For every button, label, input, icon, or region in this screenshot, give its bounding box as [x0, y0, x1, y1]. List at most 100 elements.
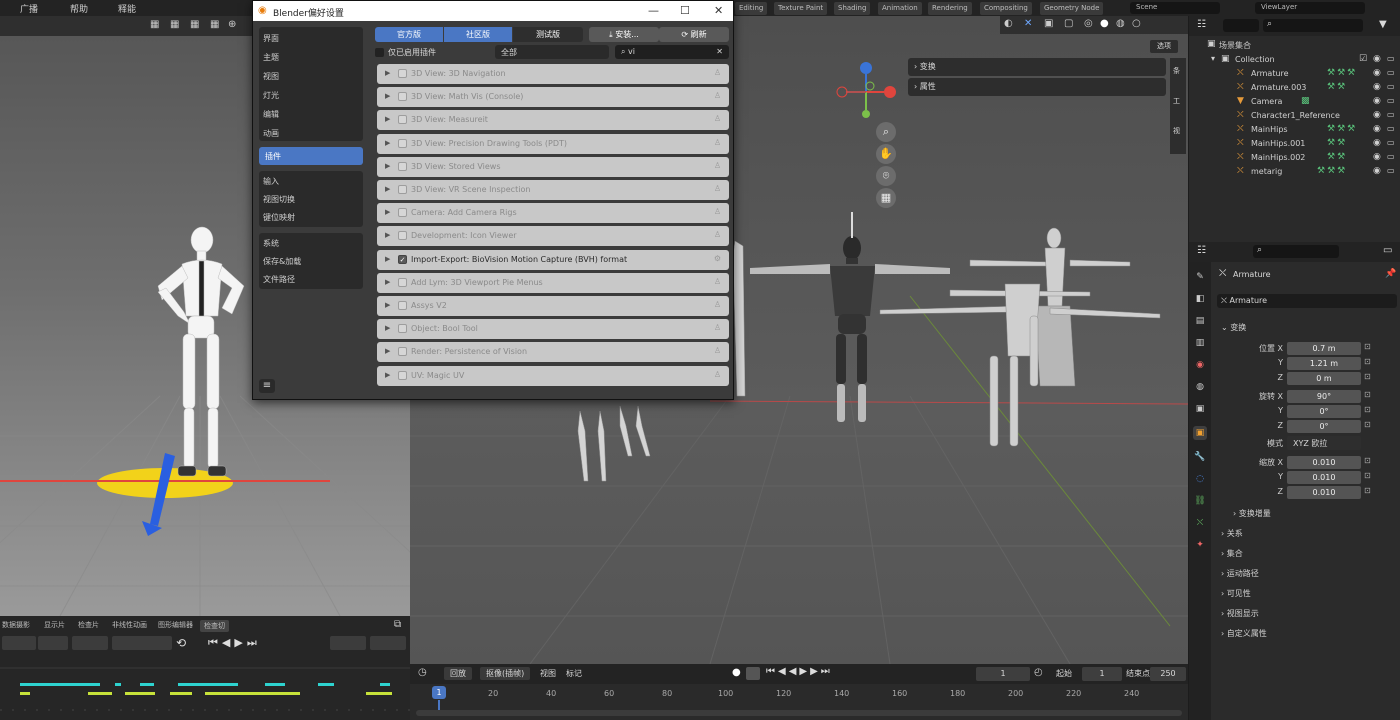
- addon-enable-checkbox[interactable]: [398, 185, 407, 194]
- eye-icon[interactable]: ◉: [1373, 138, 1381, 148]
- tab-display[interactable]: 显示片: [44, 620, 65, 630]
- addon-row[interactable]: ▶ Camera: Add Camera Rigs ♙: [377, 203, 729, 224]
- eye-icon[interactable]: ◉: [1373, 54, 1381, 64]
- camera-icon[interactable]: ▭: [1387, 54, 1395, 63]
- seg-testing[interactable]: 测试版: [513, 27, 583, 42]
- enabled-only-checkbox[interactable]: [375, 48, 384, 57]
- motion-paths-section[interactable]: › 运动路径: [1221, 568, 1259, 579]
- outliner-item[interactable]: ⛌ Armature ⚒⚒⚒ ◉ ▭: [1189, 67, 1400, 81]
- keying-menu[interactable]: 抠像(插帧): [480, 667, 531, 680]
- npanel-side-tabs[interactable]: 条 工 视: [1170, 58, 1186, 154]
- grid-icon[interactable]: ▦: [170, 19, 179, 30]
- editor-type-icon[interactable]: ☷: [1197, 19, 1206, 30]
- expand-arrow-icon[interactable]: ▶: [385, 139, 390, 147]
- camera-icon[interactable]: ▭: [1387, 96, 1395, 105]
- expand-arrow-icon[interactable]: ▶: [385, 347, 390, 355]
- frame-field[interactable]: [370, 636, 406, 650]
- location-y-field[interactable]: 1.21 m: [1287, 357, 1361, 370]
- menu-third[interactable]: 释能: [118, 2, 136, 15]
- eye-icon[interactable]: ◉: [1373, 68, 1381, 78]
- expand-arrow-icon[interactable]: ▶: [385, 208, 390, 216]
- eye-icon[interactable]: ◉: [1373, 96, 1381, 106]
- addon-enable-checkbox[interactable]: [398, 231, 407, 241]
- addon-search-input[interactable]: ⌕ vi ✕: [615, 45, 729, 59]
- current-frame-field[interactable]: 1: [976, 667, 1030, 681]
- playhead[interactable]: 1: [432, 686, 446, 699]
- rotation-z-field[interactable]: 0°: [1287, 420, 1361, 433]
- nav-item-animation[interactable]: 动画: [263, 128, 279, 139]
- nav-item-system[interactable]: 系统: [263, 238, 279, 249]
- playback-controls-icon[interactable]: ⏮◀▶⏭: [208, 636, 261, 650]
- editor-type-icon[interactable]: ☷: [1197, 245, 1206, 256]
- grid-icon[interactable]: ▦: [150, 19, 159, 30]
- outliner-item[interactable]: ▼ Camera ▩ ◉ ▭: [1189, 95, 1400, 109]
- eye-icon[interactable]: ◉: [1373, 82, 1381, 92]
- category-dropdown[interactable]: 全部: [495, 45, 609, 59]
- nav-item-addons[interactable]: 插件: [259, 147, 363, 165]
- workspace-tab-shading[interactable]: Shading: [834, 2, 871, 15]
- material-shading-icon[interactable]: ◍: [1116, 18, 1125, 29]
- addon-row[interactable]: ▶ 3D View: Math Vis (Console) ♙: [377, 87, 729, 108]
- scale-y-field[interactable]: 0.010: [1287, 471, 1361, 484]
- expand-arrow-icon[interactable]: ▶: [385, 92, 390, 100]
- timeline-scrollbar[interactable]: [416, 710, 1182, 716]
- collection-tab-icon[interactable]: ▣: [1193, 402, 1207, 416]
- frame-field[interactable]: [330, 636, 366, 650]
- end-frame-field[interactable]: 250: [1150, 667, 1186, 681]
- addon-row[interactable]: ▶ ✓ Import-Export: BioVision Motion Captur…: [377, 249, 729, 270]
- eye-icon[interactable]: ◉: [1373, 152, 1381, 162]
- view-options-button[interactable]: 选项: [1150, 40, 1178, 53]
- camera-view-icon[interactable]: ⌾: [876, 166, 896, 186]
- grid-icon[interactable]: ▦: [210, 19, 219, 30]
- workspace-tab-compositing[interactable]: Compositing: [980, 2, 1032, 15]
- nav-item-keymap[interactable]: 键位映射: [263, 212, 295, 223]
- addon-enable-checkbox[interactable]: [398, 115, 407, 125]
- workspace-tab-animation[interactable]: Animation: [878, 2, 922, 15]
- scene-selector[interactable]: Scene: [1130, 2, 1220, 14]
- checkbox-icon[interactable]: ☑: [1359, 54, 1367, 64]
- expand-arrow-icon[interactable]: ▶: [385, 324, 390, 332]
- keyframe-icon[interactable]: ⊡: [1364, 405, 1374, 414]
- grid-view-icon[interactable]: ▦: [876, 188, 896, 208]
- close-icon[interactable]: ✕: [714, 4, 723, 17]
- render-shading-icon[interactable]: ○: [1132, 18, 1141, 29]
- install-button[interactable]: ⤓ 安装...: [589, 27, 659, 42]
- scene-tab-icon[interactable]: ◉: [1193, 358, 1207, 372]
- object-data-tab-icon[interactable]: ⛌: [1193, 516, 1207, 530]
- location-x-field[interactable]: 0.7 m: [1287, 342, 1361, 355]
- addon-enable-checkbox[interactable]: [398, 277, 407, 287]
- expand-arrow-icon[interactable]: ▶: [385, 255, 390, 263]
- addon-row[interactable]: ▶ 3D View: 3D Navigation ♙: [377, 64, 729, 84]
- addon-enable-checkbox[interactable]: ✓: [398, 254, 407, 264]
- expand-arrow-icon[interactable]: ▶: [385, 185, 390, 193]
- workspace-tab-rendering[interactable]: Rendering: [928, 2, 972, 15]
- rotation-y-field[interactable]: 0°: [1287, 405, 1361, 418]
- outliner-item[interactable]: ⛌ Armature.003 ⚒⚒ ◉ ▭: [1189, 81, 1400, 95]
- tab-inspect[interactable]: 检查片: [78, 620, 99, 630]
- dropdown-control[interactable]: [2, 636, 36, 650]
- outliner-item[interactable]: ⛌ MainHips.002 ⚒⚒ ◉ ▭: [1189, 151, 1400, 165]
- eye-icon[interactable]: ◉: [1373, 124, 1381, 134]
- tool-tab-icon[interactable]: ✎: [1193, 270, 1207, 284]
- keyframe-icon[interactable]: ⊡: [1364, 372, 1374, 381]
- expand-arrow-icon[interactable]: ▶: [385, 301, 390, 309]
- location-z-field[interactable]: 0 m: [1287, 372, 1361, 385]
- dropdown-control[interactable]: [72, 636, 108, 650]
- workspace-tab-texture-paint[interactable]: Texture Paint: [774, 2, 828, 15]
- keyframe-icon[interactable]: ⊡: [1364, 390, 1374, 399]
- camera-icon[interactable]: ▭: [1387, 110, 1395, 119]
- expand-arrow-icon[interactable]: ▶: [385, 231, 390, 239]
- addon-enable-checkbox[interactable]: [398, 208, 407, 218]
- solid-shading-icon[interactable]: ●: [1100, 18, 1109, 29]
- chevron-down-icon[interactable]: ▾: [1211, 54, 1215, 63]
- camera-icon[interactable]: ▭: [1387, 166, 1395, 175]
- object-name-field[interactable]: ⛌ Armature: [1217, 294, 1397, 308]
- globe-icon[interactable]: ⊕: [228, 19, 236, 30]
- rotation-x-field[interactable]: 90°: [1287, 390, 1361, 403]
- nav-item-themes[interactable]: 主题: [263, 52, 279, 63]
- wireframe-shading-icon[interactable]: ◎: [1084, 18, 1093, 29]
- visibility-section[interactable]: › 可见性: [1221, 588, 1251, 599]
- expand-arrow-icon[interactable]: ▶: [385, 162, 390, 170]
- start-frame-field[interactable]: 1: [1082, 667, 1122, 681]
- workspace-tab-editing[interactable]: Editing: [735, 2, 768, 15]
